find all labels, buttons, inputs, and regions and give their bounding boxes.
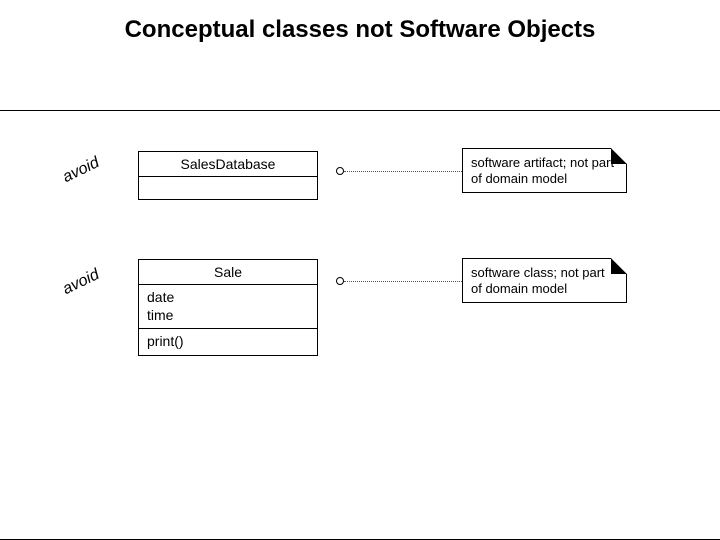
- avoid-label-1: avoid: [60, 154, 102, 187]
- class-attributes: [139, 177, 317, 199]
- class-name: SalesDatabase: [139, 152, 317, 177]
- attribute: time: [147, 307, 309, 325]
- note-artifact: software artifact; not part of domain mo…: [462, 148, 627, 193]
- class-salesdatabase: SalesDatabase: [138, 151, 318, 200]
- diagram-canvas: avoid SalesDatabase software artifact; n…: [0, 110, 720, 540]
- attribute: date: [147, 289, 309, 307]
- class-sale: Sale date time print(): [138, 259, 318, 356]
- page-title: Conceptual classes not Software Objects: [0, 0, 720, 53]
- note-anchor-icon: [336, 277, 344, 285]
- note-class: software class; not part of domain model: [462, 258, 627, 303]
- class-name: Sale: [139, 260, 317, 285]
- class-attributes: date time: [139, 285, 317, 329]
- class-operations: print(): [139, 329, 317, 355]
- operation: print(): [147, 333, 309, 351]
- note-connector: [344, 281, 462, 282]
- note-connector: [344, 171, 462, 172]
- avoid-label-2: avoid: [60, 266, 102, 299]
- note-anchor-icon: [336, 167, 344, 175]
